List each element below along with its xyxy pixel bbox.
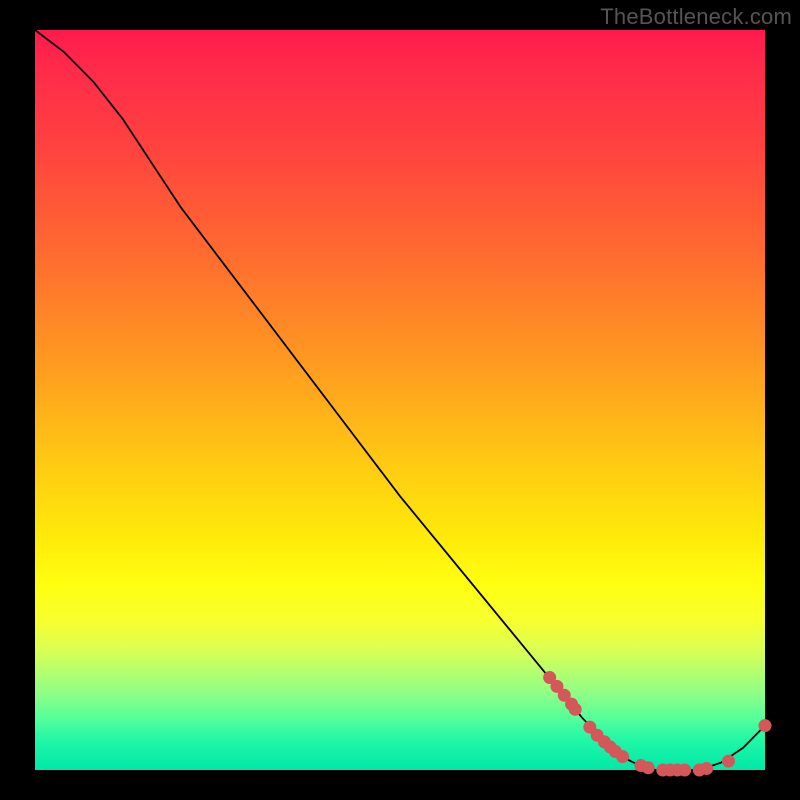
data-marker: [616, 750, 629, 763]
curve-markers: [543, 671, 771, 777]
data-marker: [759, 719, 772, 732]
data-marker: [569, 703, 582, 716]
watermark-text: TheBottleneck.com: [600, 4, 792, 30]
chart-container: TheBottleneck.com: [0, 0, 800, 800]
data-marker: [678, 764, 691, 777]
curve-line: [35, 30, 765, 770]
chart-svg: [35, 30, 765, 770]
data-marker: [700, 762, 713, 775]
data-marker: [642, 761, 655, 774]
plot-area: [35, 30, 765, 770]
data-marker: [722, 755, 735, 768]
